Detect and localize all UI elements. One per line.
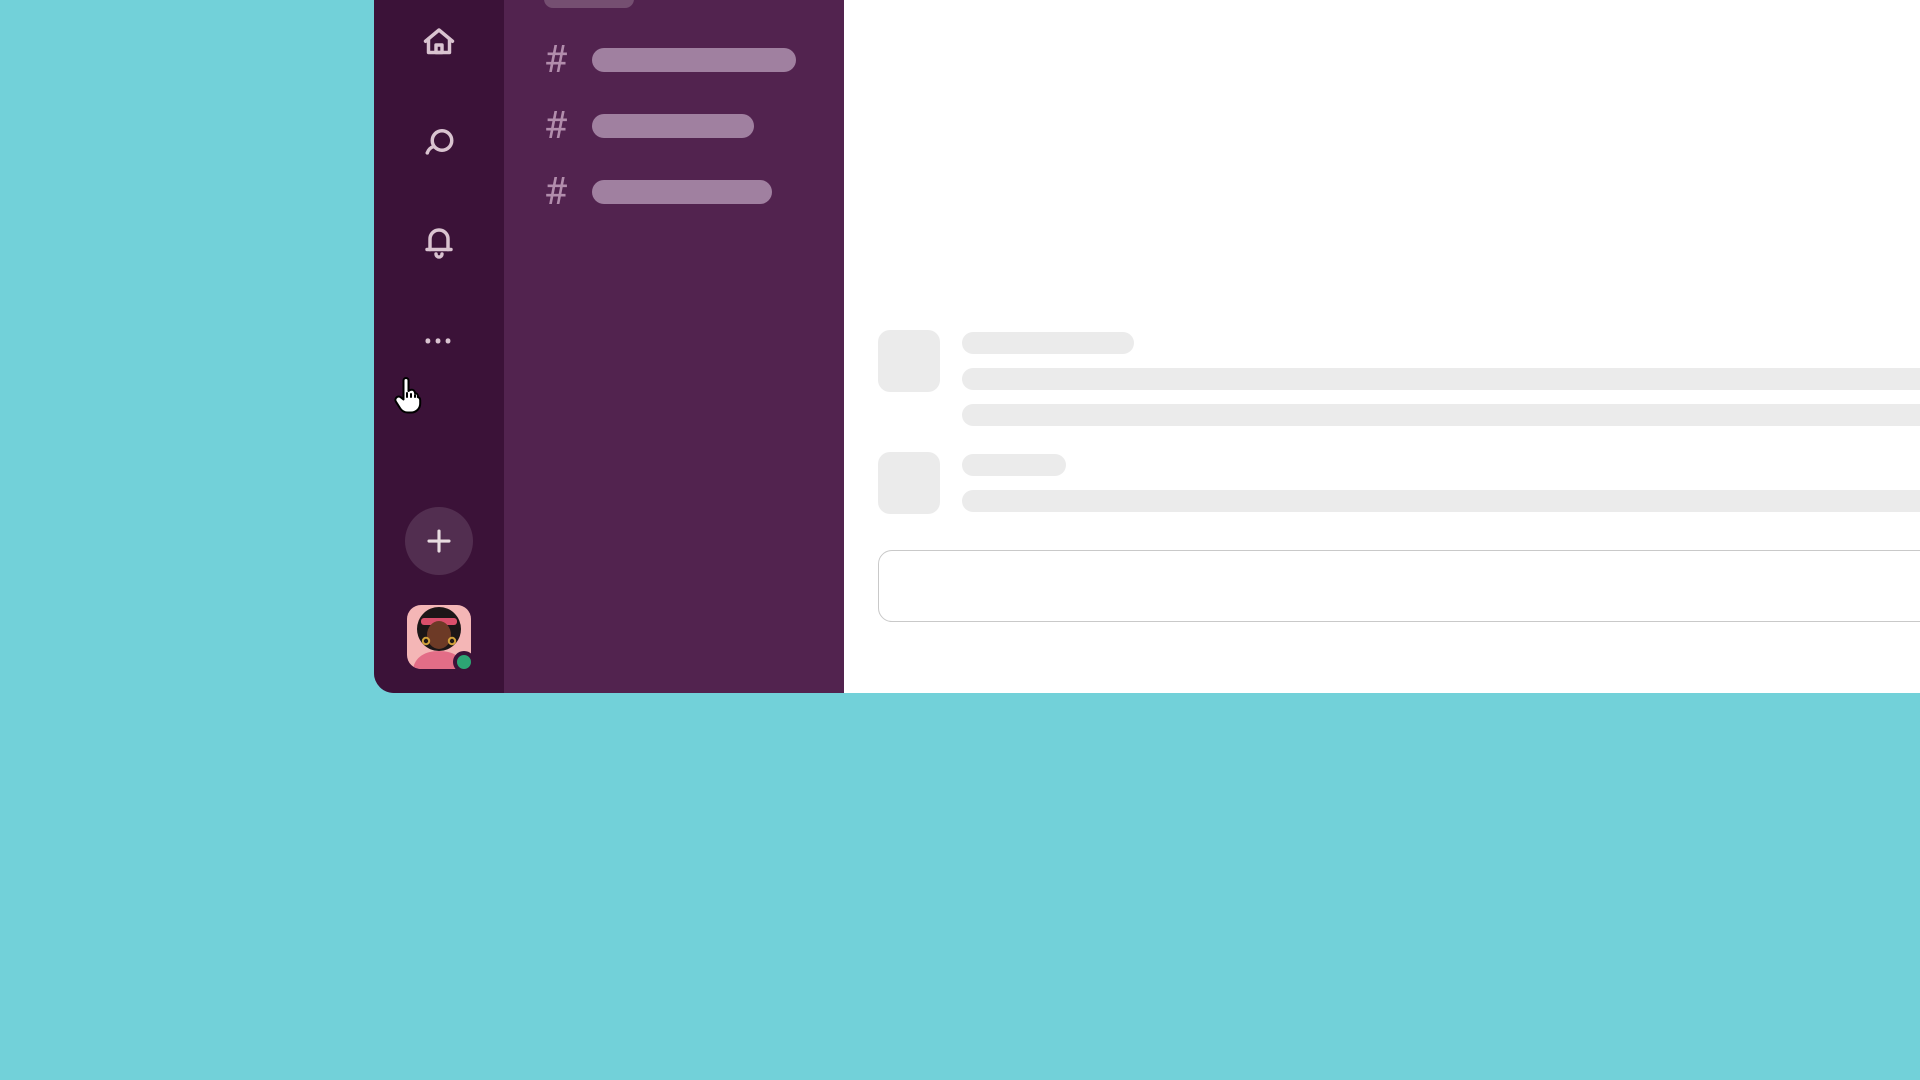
message-composer[interactable] [878, 550, 1920, 622]
message-avatar[interactable] [878, 452, 940, 514]
rail-bottom [374, 507, 504, 669]
message-item [878, 452, 1920, 514]
channel-sidebar: # # # [504, 0, 844, 693]
message-author[interactable] [962, 454, 1066, 476]
compose-button[interactable] [405, 507, 473, 575]
hash-icon: # [544, 104, 566, 148]
hash-icon: # [544, 170, 566, 214]
activity-icon[interactable] [417, 220, 461, 264]
home-icon[interactable] [417, 20, 461, 64]
channel-name [592, 114, 754, 138]
nav-rail: ••• [374, 0, 504, 693]
app-window: ••• [374, 0, 1920, 693]
hash-icon: # [544, 38, 566, 82]
channel-item[interactable]: # [544, 170, 804, 214]
dm-icon[interactable] [417, 120, 461, 164]
message-item [878, 330, 1920, 426]
user-avatar[interactable] [407, 605, 471, 669]
channel-name [592, 48, 796, 72]
message-text-line [962, 368, 1920, 390]
channel-item[interactable]: # [544, 38, 804, 82]
more-icon[interactable]: ••• [417, 320, 461, 364]
message-text-line [962, 490, 1920, 512]
message-text-line [962, 404, 1920, 426]
stage: ••• [0, 0, 1920, 1080]
presence-indicator [453, 651, 475, 673]
section-heading [544, 0, 634, 8]
channel-name [592, 180, 772, 204]
message-pane [844, 0, 1920, 693]
message-avatar[interactable] [878, 330, 940, 392]
message-author[interactable] [962, 332, 1134, 354]
channel-item[interactable]: # [544, 104, 804, 148]
